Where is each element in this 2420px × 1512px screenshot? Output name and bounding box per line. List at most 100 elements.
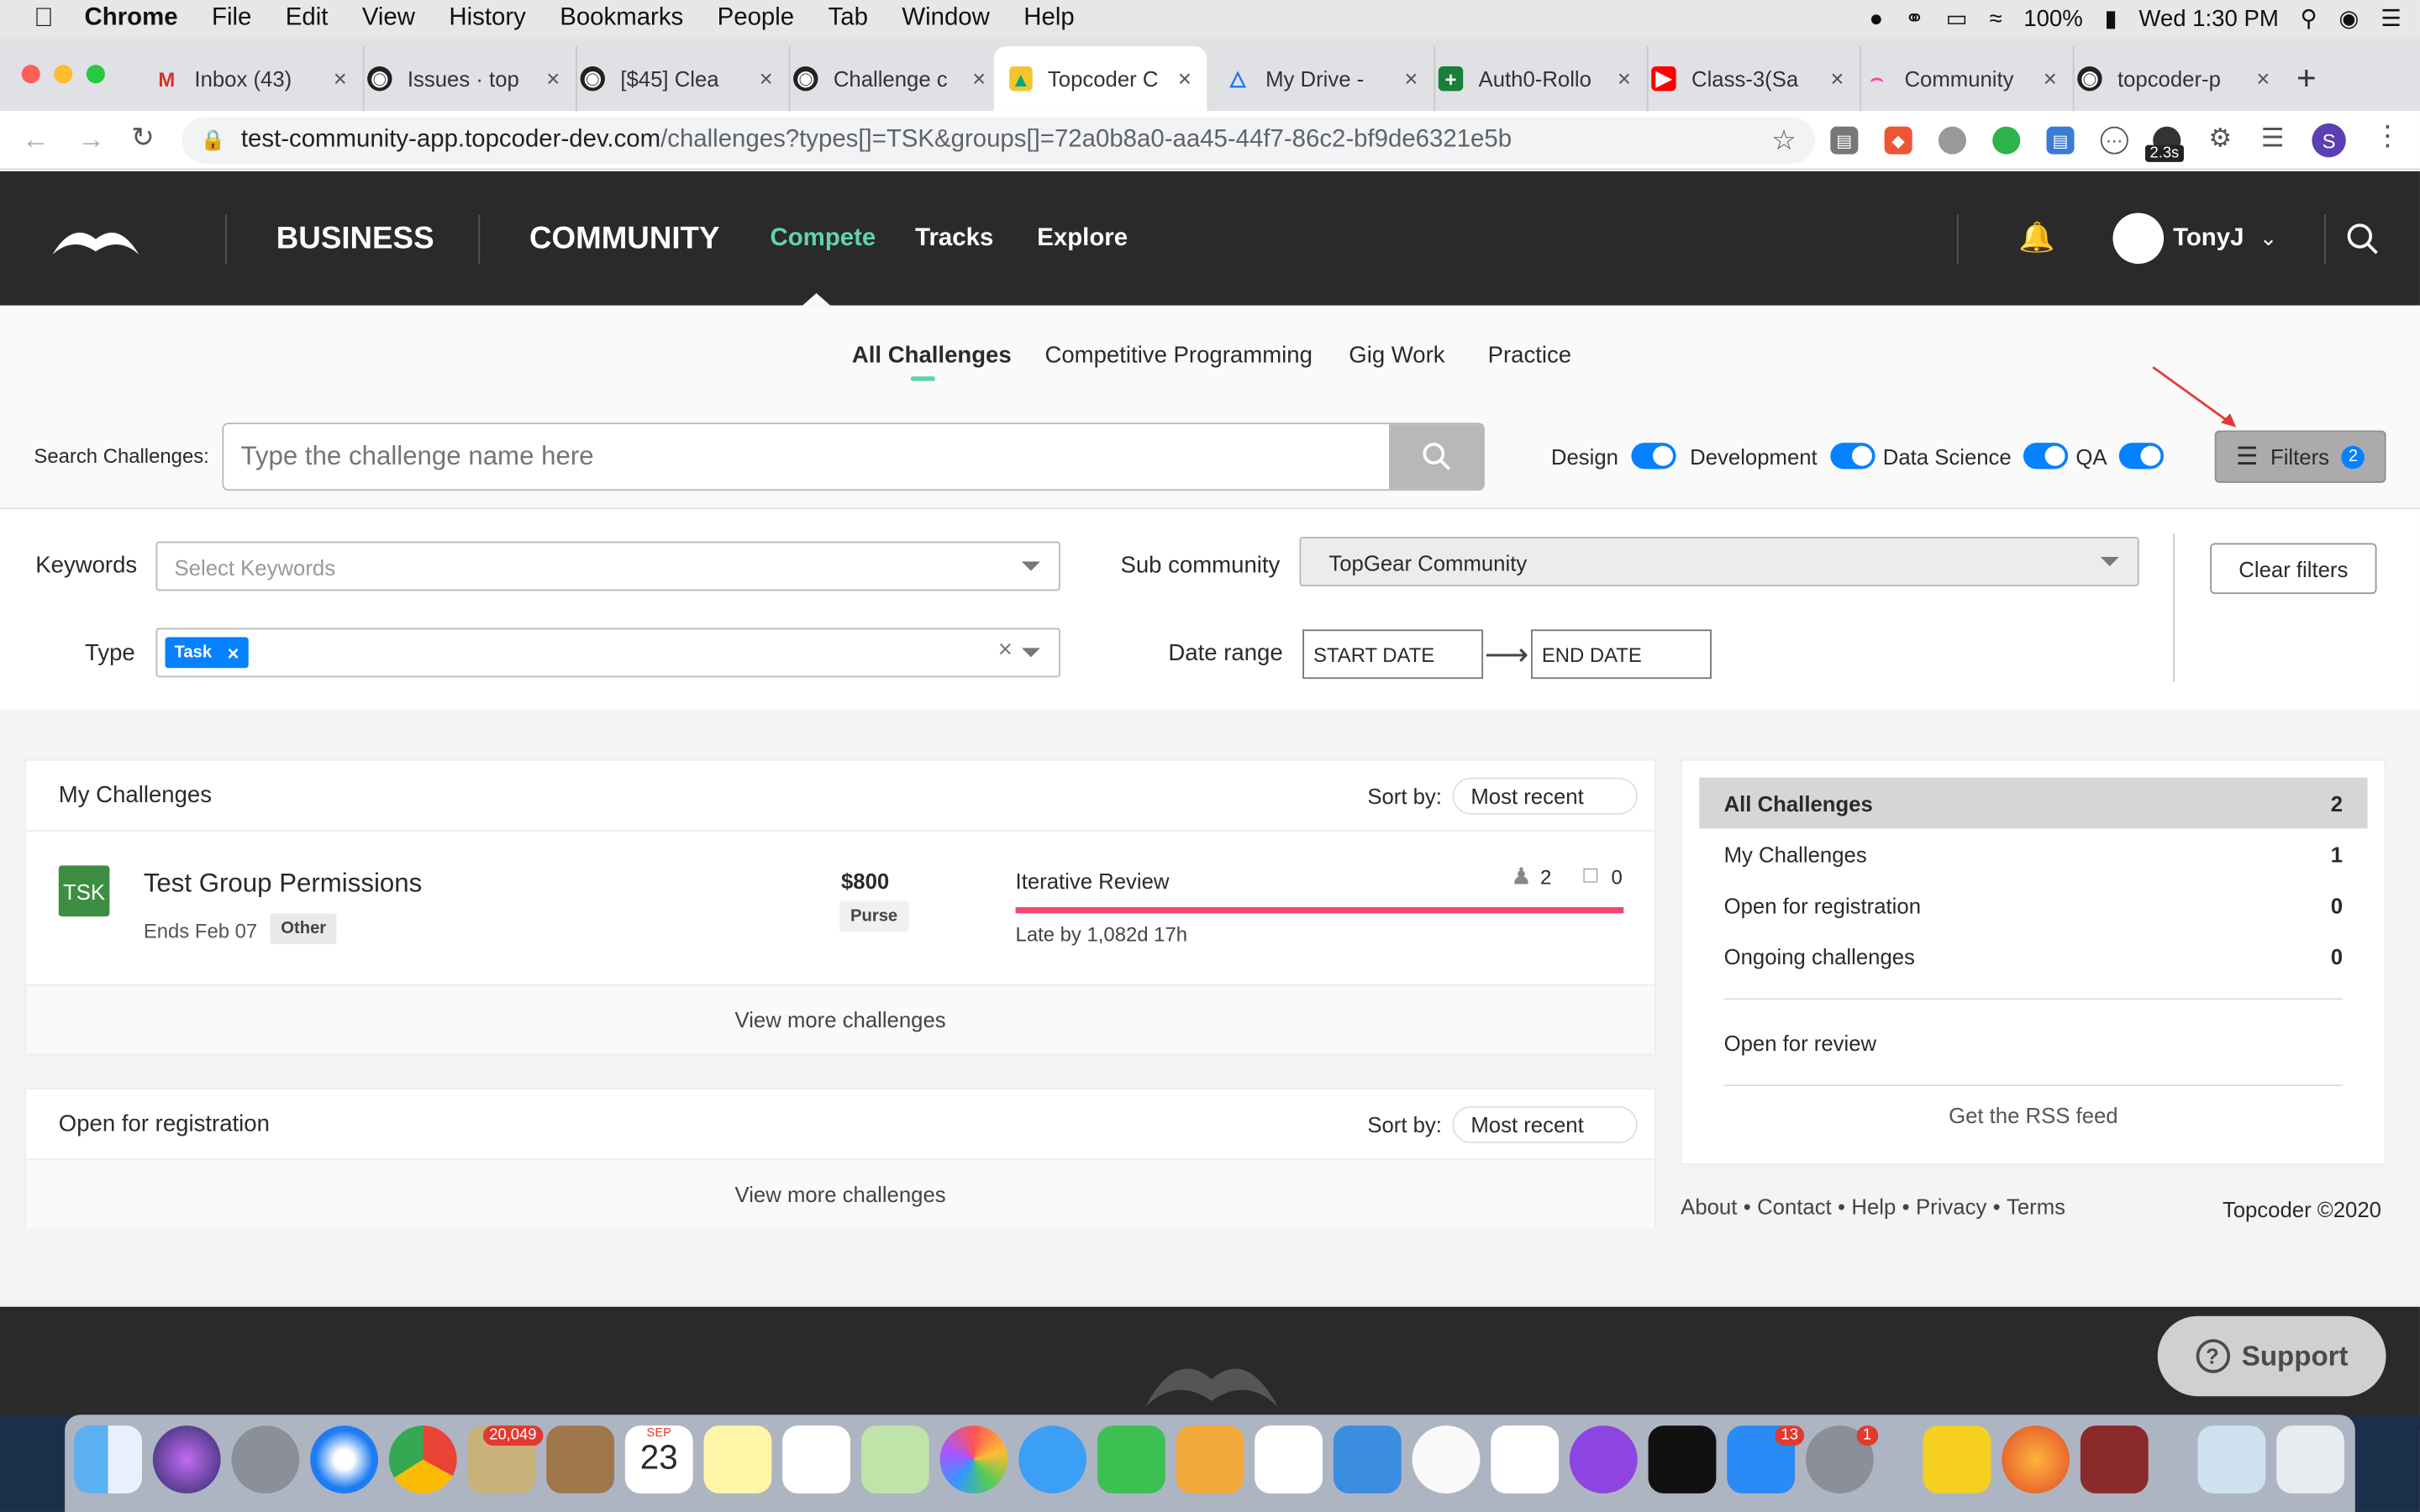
tab-close-icon[interactable]: ×	[1830, 66, 1844, 92]
tab-close-icon[interactable]: ×	[972, 66, 986, 92]
view-more-button[interactable]: View more challenges	[26, 985, 1655, 1054]
podcasts-icon[interactable]	[1569, 1425, 1638, 1494]
close-window-button[interactable]	[21, 65, 40, 84]
chrome-icon[interactable]	[388, 1425, 457, 1494]
tab-close-icon[interactable]: ×	[1404, 66, 1418, 92]
development-toggle[interactable]	[1829, 443, 1875, 470]
menu-history[interactable]: History	[449, 5, 525, 33]
lock-icon[interactable]: 🔒	[201, 128, 226, 152]
zoom-window-button[interactable]	[86, 65, 105, 84]
siri-icon[interactable]	[152, 1425, 221, 1494]
tab-all-challenges[interactable]: All Challenges	[852, 343, 1012, 369]
siri-icon[interactable]: ◉	[2338, 5, 2359, 32]
nav-compete[interactable]: Compete	[771, 225, 876, 253]
browser-tab[interactable]: ◉ Issues · top ×	[352, 46, 577, 112]
wifi-icon[interactable]: ≈	[1989, 5, 2002, 31]
minimize-window-button[interactable]	[54, 65, 73, 84]
bookmark-star-icon[interactable]: ☆	[1771, 124, 1797, 157]
contacts-icon[interactable]	[546, 1425, 615, 1494]
tab-practice[interactable]: Practice	[1488, 343, 1572, 369]
chevron-down-icon[interactable]: ⌄	[2260, 225, 2278, 251]
new-tab-icon[interactable]: +	[2296, 59, 2317, 99]
support-button[interactable]: ? Support	[2157, 1315, 2386, 1397]
messages-icon[interactable]	[1018, 1425, 1087, 1494]
footer-link-about[interactable]: About	[1681, 1194, 1737, 1219]
tab-competitive-programming[interactable]: Competitive Programming	[1044, 343, 1312, 369]
lightning-app-icon[interactable]	[1923, 1425, 1991, 1494]
sidebar-item-ongoing[interactable]: Ongoing challenges 0	[1699, 931, 2367, 982]
browser-tab[interactable]: + Auth0-Rollo ×	[1423, 46, 1649, 112]
menu-edit[interactable]: Edit	[286, 5, 329, 33]
footer-link-terms[interactable]: Terms	[2007, 1194, 2065, 1219]
data-science-toggle[interactable]	[2023, 443, 2069, 470]
notification-bell-icon[interactable]: 🔔	[2018, 219, 2054, 256]
search-button[interactable]	[1389, 424, 1484, 490]
extension-icon[interactable]: ▤	[1830, 126, 1859, 155]
tab-close-icon[interactable]: ×	[2044, 66, 2057, 92]
search-input[interactable]	[224, 424, 1391, 490]
reading-list-icon[interactable]: ☰	[2261, 123, 2285, 155]
sidebar-item-my-challenges[interactable]: My Challenges 1	[1699, 828, 2367, 879]
start-date-input[interactable]: START DATE	[1302, 629, 1484, 680]
chip-remove-icon[interactable]: ×	[227, 641, 239, 664]
maps-icon[interactable]	[860, 1425, 929, 1494]
trash-icon[interactable]	[2276, 1425, 2344, 1494]
challenge-title-link[interactable]: Test Group Permissions	[144, 869, 422, 900]
launchpad-icon[interactable]	[231, 1425, 300, 1494]
clock[interactable]: Wed 1:30 PM	[2139, 5, 2278, 31]
tab-close-icon[interactable]: ×	[760, 66, 773, 92]
reload-icon[interactable]: ↻	[131, 122, 155, 155]
search-icon[interactable]	[2346, 222, 2380, 255]
apple-tv-icon[interactable]	[1648, 1425, 1717, 1494]
slack-icon[interactable]	[1491, 1425, 1560, 1494]
browser-tab-active[interactable]: ▲ Topcoder C ×	[993, 46, 1207, 112]
battery-icon[interactable]: ▮	[2104, 5, 2117, 32]
browser-tab[interactable]: M Inbox (43) ×	[139, 46, 365, 112]
facetime-icon[interactable]	[1097, 1425, 1165, 1494]
extensions-puzzle-icon[interactable]: ⚙	[2208, 123, 2232, 155]
browser-tab[interactable]: ▶ Class-3(Sa ×	[1636, 46, 1861, 112]
tab-close-icon[interactable]: ×	[1178, 66, 1192, 92]
reminders-icon[interactable]	[782, 1425, 851, 1494]
keynote-icon[interactable]	[1333, 1425, 1402, 1494]
dictionary-icon[interactable]	[2080, 1425, 2149, 1494]
keywords-select[interactable]: Select Keywords	[155, 541, 1060, 591]
design-toggle[interactable]	[1630, 443, 1676, 470]
sidebar-item-all-challenges[interactable]: All Challenges 2	[1699, 777, 2368, 829]
sort-select[interactable]: Most recent	[1452, 1105, 1638, 1143]
footer-link-help[interactable]: Help	[1851, 1194, 1896, 1219]
menu-people[interactable]: People	[718, 5, 795, 33]
creative-cloud-icon[interactable]: ⚭	[1905, 5, 1924, 32]
nav-explore[interactable]: Explore	[1037, 225, 1128, 253]
profile-avatar[interactable]: S	[2312, 123, 2346, 158]
nav-community[interactable]: COMMUNITY	[529, 222, 720, 257]
airplay-icon[interactable]: ▭	[1946, 5, 1968, 32]
challenge-tag[interactable]: Other	[270, 913, 338, 945]
qa-toggle[interactable]	[2119, 443, 2165, 470]
registrants-count[interactable]: 2	[1540, 865, 1551, 889]
photos-icon[interactable]	[939, 1425, 1008, 1494]
browser-tab[interactable]: ◉ Challenge c ×	[778, 46, 1003, 112]
menu-file[interactable]: File	[212, 5, 251, 33]
battery-percent[interactable]: 100%	[2023, 5, 2082, 31]
footer-link-contact[interactable]: Contact	[1757, 1194, 1832, 1219]
tab-gig-work[interactable]: Gig Work	[1349, 343, 1444, 369]
menu-window[interactable]: Window	[902, 5, 990, 33]
rss-feed-link[interactable]: Get the RSS feed	[1699, 1103, 2367, 1127]
safari-icon[interactable]	[310, 1425, 378, 1494]
extension-icon[interactable]	[1938, 126, 1966, 155]
end-date-input[interactable]: END DATE	[1531, 629, 1712, 680]
extension-icon[interactable]	[1992, 126, 2021, 155]
finder-icon[interactable]	[74, 1425, 142, 1494]
filters-button[interactable]: ☰ Filters 2	[2214, 430, 2386, 483]
apple-icon[interactable]: 	[34, 3, 53, 34]
notification-center-icon[interactable]: ☰	[2381, 5, 2402, 32]
menu-app-name[interactable]: Chrome	[85, 5, 178, 33]
sidebar-item-open-review[interactable]: Open for review	[1699, 1016, 2367, 1068]
forward-icon[interactable]: →	[77, 123, 105, 156]
menu-bookmarks[interactable]: Bookmarks	[560, 5, 683, 33]
subcommunity-select[interactable]: TopGear Community	[1299, 537, 2139, 586]
music-icon[interactable]	[1412, 1425, 1481, 1494]
menu-view[interactable]: View	[362, 5, 415, 33]
firefox-icon[interactable]	[2002, 1425, 2070, 1494]
